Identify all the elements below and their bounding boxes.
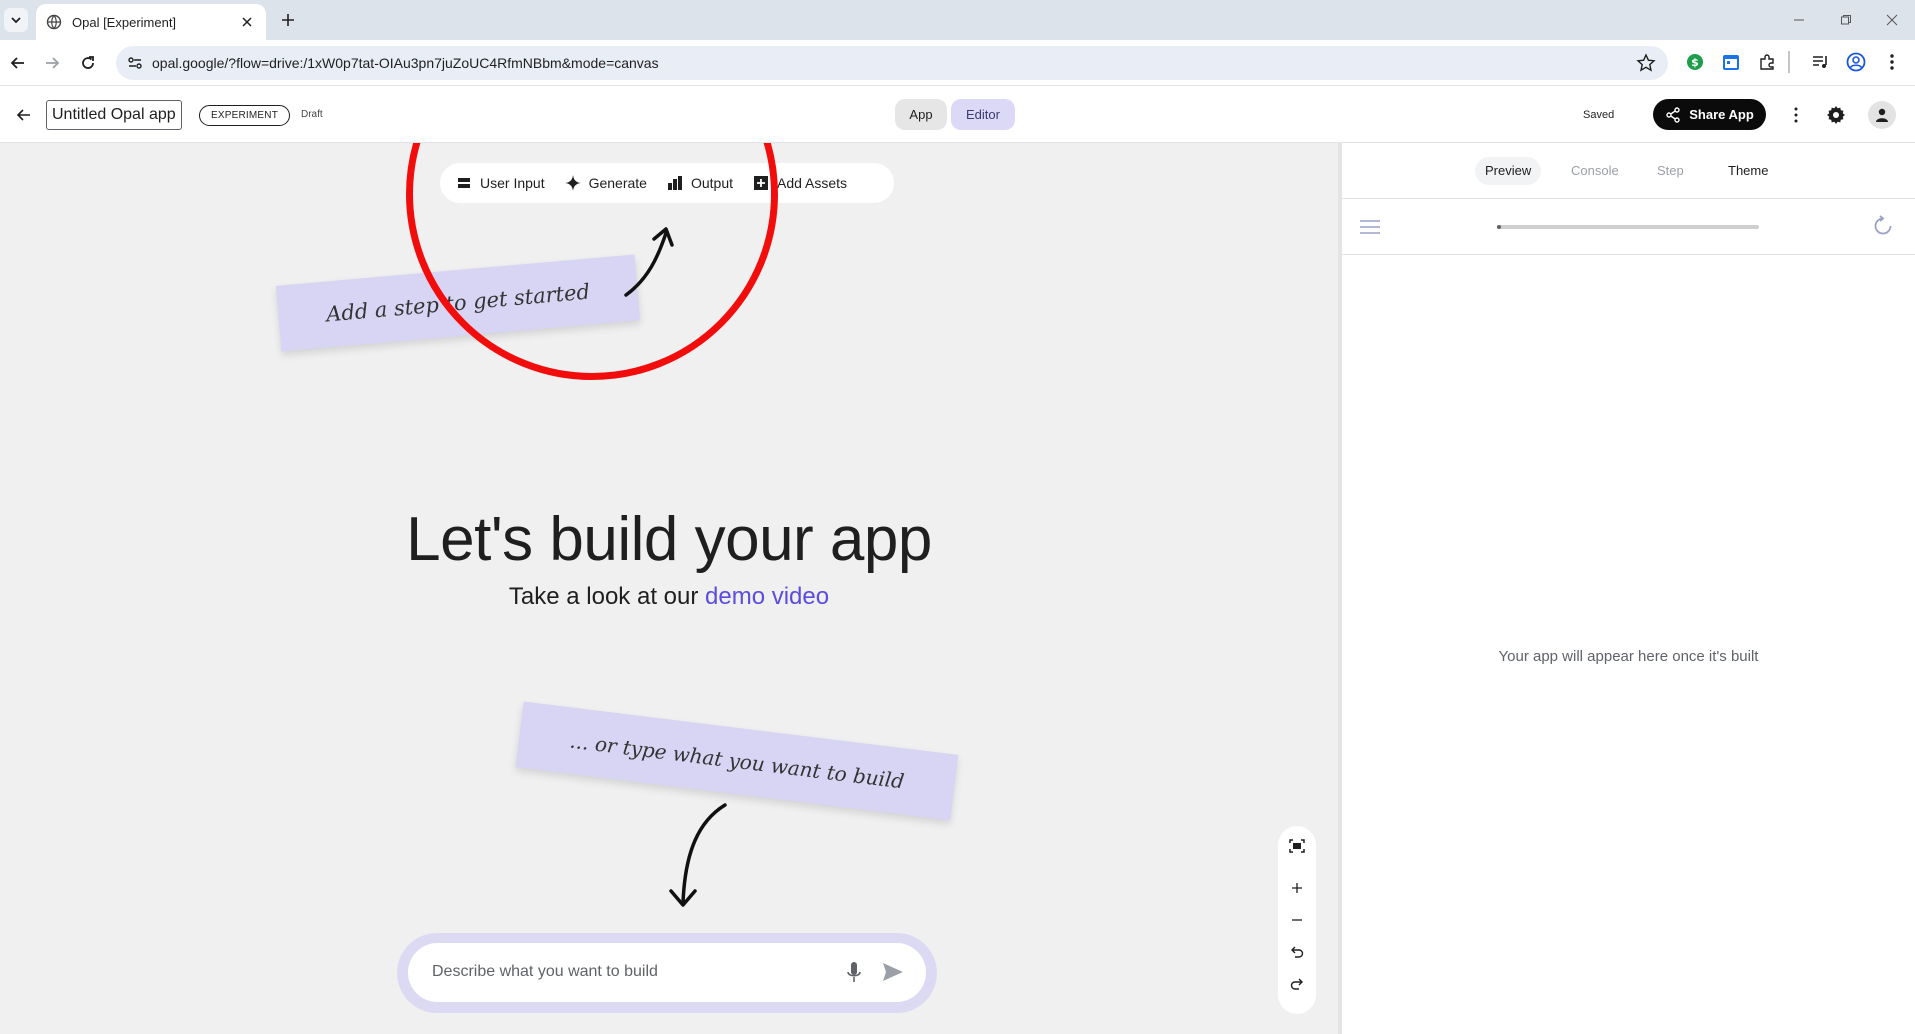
- tab-preview[interactable]: Preview: [1475, 157, 1542, 185]
- experiment-badge: EXPERIMENT: [199, 105, 291, 126]
- person-icon: [1876, 108, 1888, 122]
- zoom-out-button[interactable]: [1285, 908, 1309, 932]
- mode-editor-button[interactable]: Editor: [951, 99, 1015, 130]
- save-status: Saved: [1583, 109, 1615, 121]
- arrow-left-icon: [10, 57, 24, 69]
- back-to-home-button[interactable]: [12, 103, 36, 127]
- send-icon[interactable]: [880, 959, 906, 985]
- more-options-button[interactable]: [1787, 103, 1805, 127]
- arrow-right-icon: [46, 57, 60, 69]
- demo-video-link[interactable]: demo video: [705, 583, 829, 610]
- close-window-button[interactable]: [1880, 8, 1904, 32]
- fit-screen-icon: [1289, 839, 1305, 853]
- gear-icon: [1827, 106, 1845, 124]
- more-vert-icon: [1794, 107, 1798, 123]
- plus-icon: [282, 14, 294, 26]
- minimize-window-button[interactable]: [1787, 8, 1811, 32]
- preview-toolbar: [1342, 199, 1915, 255]
- hint-note-type-prompt: ... or type what you want to build: [515, 701, 959, 821]
- restore-window-button[interactable]: [1834, 8, 1858, 32]
- media-control-icon[interactable]: [1809, 51, 1831, 73]
- url-text: opal.google/?flow=drive:/1xW0p7tat-OIAu3…: [152, 55, 659, 71]
- undo-button[interactable]: [1285, 940, 1309, 964]
- add-assets-label: Add Assets: [777, 175, 848, 191]
- restart-button[interactable]: [1870, 213, 1896, 239]
- prompt-box[interactable]: Describe what you want to build: [408, 943, 926, 1002]
- browser-menu-icon[interactable]: [1881, 51, 1903, 73]
- redo-button[interactable]: [1285, 972, 1309, 996]
- share-icon: [1666, 106, 1680, 123]
- browser-tab-bar: Opal [Experiment]: [0, 0, 1915, 40]
- extensions-puzzle-icon[interactable]: [1756, 51, 1778, 73]
- zoom-controls: [1278, 826, 1316, 1014]
- back-button[interactable]: [6, 51, 30, 75]
- forward-button[interactable]: [40, 51, 64, 75]
- new-tab-button[interactable]: [276, 8, 300, 32]
- progress-bar: [1497, 225, 1759, 229]
- browser-toolbar: opal.google/?flow=drive:/1xW0p7tat-OIAu3…: [0, 40, 1915, 86]
- fit-to-screen-button[interactable]: [1285, 834, 1309, 858]
- tab-title: Opal [Experiment]: [72, 14, 177, 30]
- prompt-input[interactable]: Describe what you want to build: [432, 963, 658, 981]
- minimize-icon: [1794, 19, 1804, 21]
- page-subtitle: Take a look at our demo video: [0, 583, 1338, 611]
- draft-status: Draft: [301, 109, 323, 120]
- editor-canvas[interactable]: User Input Generate Output Add Assets Ad…: [0, 143, 1338, 1034]
- microphone-icon[interactable]: [842, 959, 866, 987]
- close-icon[interactable]: [238, 13, 256, 31]
- restore-icon: [1841, 15, 1851, 25]
- hamburger-icon: [1360, 220, 1380, 234]
- panel-tabs: Preview Console Step Theme: [1342, 143, 1915, 199]
- site-settings-icon[interactable]: [126, 54, 144, 72]
- preview-panel: Preview Console Step Theme Your app will…: [1342, 143, 1915, 1034]
- share-app-label: Share App: [1689, 107, 1754, 122]
- dollar-extension-icon[interactable]: $: [1684, 51, 1706, 73]
- arrow-left-icon: [16, 109, 30, 121]
- undo-icon: [1291, 946, 1304, 958]
- toolbar-divider: [1788, 51, 1790, 73]
- highlight-circle: [406, 143, 778, 380]
- browser-tab[interactable]: Opal [Experiment]: [36, 4, 266, 40]
- tab-theme[interactable]: Theme: [1718, 157, 1778, 185]
- calendar-extension-icon[interactable]: [1720, 51, 1742, 73]
- profile-icon[interactable]: [1845, 51, 1867, 73]
- plus-icon: [1292, 883, 1302, 893]
- address-bar[interactable]: opal.google/?flow=drive:/1xW0p7tat-OIAu3…: [116, 46, 1668, 80]
- tab-search-button[interactable]: [4, 8, 28, 32]
- progress-fill: [1497, 225, 1501, 229]
- redo-icon: [1290, 978, 1303, 990]
- app-header: Untitled Opal app EXPERIMENT Draft App E…: [0, 87, 1915, 143]
- mode-app-button[interactable]: App: [895, 99, 947, 130]
- reload-icon: [82, 56, 94, 69]
- hint-arrow-down-icon: [669, 803, 727, 907]
- empty-preview-message: Your app will appear here once it's buil…: [1498, 648, 1759, 665]
- svg-text:$: $: [1691, 56, 1699, 69]
- globe-icon: [46, 14, 62, 30]
- refresh-icon: [1874, 215, 1892, 235]
- subtitle-text: Take a look at our: [508, 583, 706, 610]
- avatar[interactable]: [1868, 101, 1896, 129]
- tab-console[interactable]: Console: [1561, 157, 1629, 185]
- app-title-field[interactable]: Untitled Opal app: [46, 100, 182, 130]
- menu-button[interactable]: [1358, 215, 1382, 239]
- star-icon[interactable]: [1636, 53, 1656, 73]
- settings-button[interactable]: [1824, 103, 1848, 127]
- reload-button[interactable]: [76, 51, 100, 75]
- tab-step[interactable]: Step: [1647, 157, 1694, 185]
- zoom-in-button[interactable]: [1285, 876, 1309, 900]
- page-title: Let's build your app: [406, 505, 932, 574]
- share-app-button[interactable]: Share App: [1653, 99, 1766, 130]
- close-icon: [1886, 14, 1898, 26]
- chevron-down-icon: [11, 17, 21, 24]
- minus-icon: [1292, 919, 1302, 921]
